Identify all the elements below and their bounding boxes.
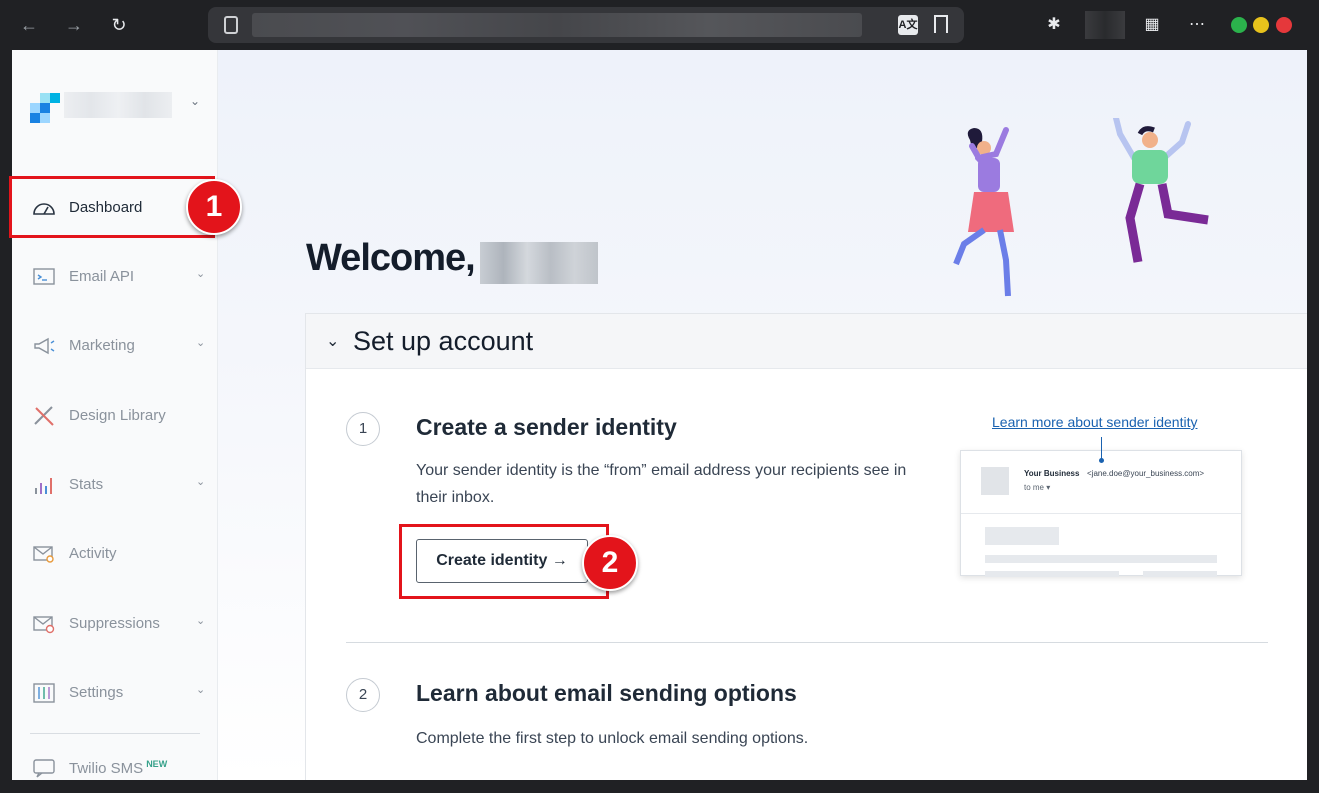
sidebar-item-design-library[interactable]: Design Library (12, 396, 218, 436)
main-content: Welcome, ⌄ Set up account 1 Create a sen… (218, 50, 1307, 780)
app-window: ⌄ Dashboard Email API ⌄ Marketing ⌄ Desi… (12, 50, 1307, 780)
sidebar-item-label: Marketing (69, 337, 135, 354)
preview-from-email: <jane.doe@your_business.com> (1087, 469, 1205, 478)
bar-chart-icon (35, 478, 52, 494)
apps-grid-icon[interactable]: ▦ (1139, 12, 1165, 38)
twilio-sms-label: Twilio SMS (69, 760, 144, 777)
chevron-down-icon[interactable]: ⌄ (190, 94, 200, 108)
preview-placeholder (985, 571, 1119, 577)
mail-search-icon (33, 546, 54, 563)
annotation-badge-1: 1 (186, 179, 242, 235)
sidebar-item-label: Design Library (69, 407, 166, 424)
preview-placeholder (985, 555, 1217, 563)
chevron-down-icon: ⌄ (196, 476, 206, 488)
sidebar-item-marketing[interactable]: Marketing ⌄ (12, 326, 218, 366)
preview-placeholder (985, 527, 1059, 545)
avatar (981, 467, 1009, 495)
chevron-down-icon: ⌄ (196, 684, 206, 696)
chevron-down-icon: ⌄ (196, 268, 206, 280)
megaphone-icon (34, 337, 55, 355)
maximize-icon[interactable] (1253, 17, 1269, 33)
sidebar-item-email-api[interactable]: Email API ⌄ (12, 257, 218, 297)
mail-block-icon (33, 616, 55, 634)
sidebar-item-label: Suppressions (69, 615, 160, 632)
chevron-down-icon: ⌄ (196, 337, 206, 349)
step-divider (346, 642, 1268, 643)
sidebar-item-settings[interactable]: Settings ⌄ (12, 673, 218, 713)
annotation-box-create-identity (399, 524, 609, 599)
learn-more-link[interactable]: Learn more about sender identity (992, 414, 1197, 430)
setup-account-title: Set up account (353, 326, 534, 356)
browser-toolbar: ← → ↻ A文 ✱ ▦ ⋯ (0, 0, 1319, 50)
more-menu-icon[interactable]: ⋯ (1184, 12, 1210, 38)
new-badge: NEW (146, 759, 168, 769)
chevron-down-icon: ⌄ (196, 615, 206, 627)
email-preview: Your Business <jane.doe@your_business.co… (960, 437, 1242, 577)
forward-icon[interactable]: → (61, 12, 87, 38)
sidebar-item-suppressions[interactable]: Suppressions ⌄ (12, 604, 218, 644)
sendgrid-logo (30, 93, 60, 123)
setup-account-header[interactable]: ⌄ Set up account (306, 314, 1307, 369)
sidebar-item-stats[interactable]: Stats ⌄ (12, 465, 218, 505)
step-description: Complete the first step to unlock email … (416, 730, 809, 747)
sidebar-item-label: Activity (69, 545, 117, 562)
user-name-redacted (480, 242, 598, 284)
pointer-line (1099, 437, 1104, 463)
pencil-ruler-icon (34, 406, 54, 426)
minimize-icon[interactable] (1231, 17, 1247, 33)
preview-divider (961, 513, 1241, 514)
preview-placeholder (1143, 571, 1217, 577)
profile-avatar-redacted[interactable] (1085, 11, 1125, 39)
sidebar-item-label: Settings (69, 684, 124, 701)
step-number: 1 (346, 412, 380, 446)
sidebar-item-label: Stats (69, 476, 104, 493)
preview-from-name: Your Business (1024, 469, 1080, 478)
step-description: Your sender identity is the “from” email… (416, 462, 907, 506)
terminal-icon (33, 268, 55, 285)
welcome-heading: Welcome, (306, 237, 476, 279)
url-text-redacted (252, 13, 862, 37)
sidebar-item-label: Email API (69, 268, 135, 285)
sidebar: ⌄ Dashboard Email API ⌄ Marketing ⌄ Desi… (12, 50, 218, 780)
account-name-redacted[interactable] (64, 92, 172, 118)
sidebar-item-twilio-sms[interactable]: Twilio SMS NEW (12, 748, 218, 780)
sidebar-item-label: Twilio SMS NEW (69, 759, 167, 777)
sidebar-item-activity[interactable]: Activity (12, 534, 218, 574)
translate-icon[interactable]: A文 (898, 15, 918, 35)
close-icon[interactable] (1276, 17, 1292, 33)
page-icon (224, 16, 238, 34)
sliders-icon (33, 683, 55, 703)
reload-icon[interactable]: ↻ (106, 12, 132, 38)
bookmark-icon[interactable] (934, 15, 948, 33)
step-title: Create a sender identity (416, 414, 677, 440)
extensions-icon[interactable]: ✱ (1041, 12, 1067, 38)
chevron-down-icon[interactable]: ⌄ (326, 331, 339, 351)
back-icon[interactable]: ← (16, 12, 42, 38)
chat-icon (33, 759, 55, 778)
step-title: Learn about email sending options (416, 680, 797, 706)
preview-to: to me ▾ (1024, 483, 1051, 492)
sidebar-divider (30, 733, 200, 734)
annotation-badge-2: 2 (582, 535, 638, 591)
address-bar[interactable]: A文 (208, 7, 964, 43)
step-number: 2 (346, 678, 380, 712)
celebration-illustration (953, 118, 1209, 297)
annotation-box-dashboard (9, 176, 215, 238)
